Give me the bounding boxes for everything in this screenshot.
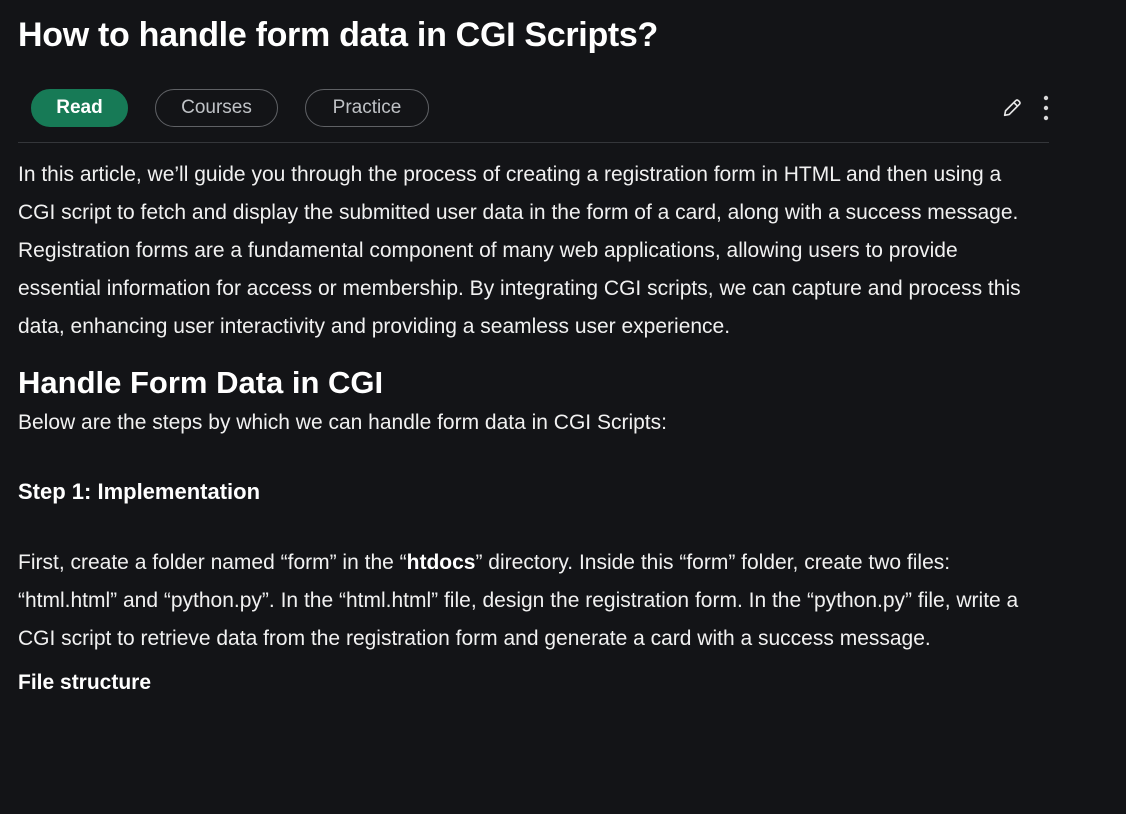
step-body-text-start: First, create a folder named “form” in t… [18,551,407,574]
kebab-menu-icon[interactable] [1043,95,1049,121]
intro-paragraph: In this article, we’ll guide you through… [18,163,1021,338]
htdocs-bold-text: htdocs [406,551,476,574]
section-lead: Below are the steps by which we can hand… [18,411,667,434]
tab-courses[interactable]: Courses [155,89,278,127]
tab-practice[interactable]: Practice [305,89,429,127]
step-heading: Step 1: Implementation [18,479,261,504]
article-actions [1001,88,1049,128]
tab-divider [18,142,1049,143]
article-page: How to handle form data in CGI Scripts? … [0,0,1126,814]
tab-read[interactable]: Read [31,89,128,127]
section-heading: Handle Form Data in CGI [18,365,384,400]
pencil-icon[interactable] [1001,97,1023,119]
article-tab-bar: Read Courses Practice [18,88,1049,128]
file-structure-heading: File structure [18,671,152,694]
article-title: How to handle form data in CGI Scripts? [18,16,659,54]
step-body-paragraph: First, create a folder named “form” in t… [18,544,1038,658]
